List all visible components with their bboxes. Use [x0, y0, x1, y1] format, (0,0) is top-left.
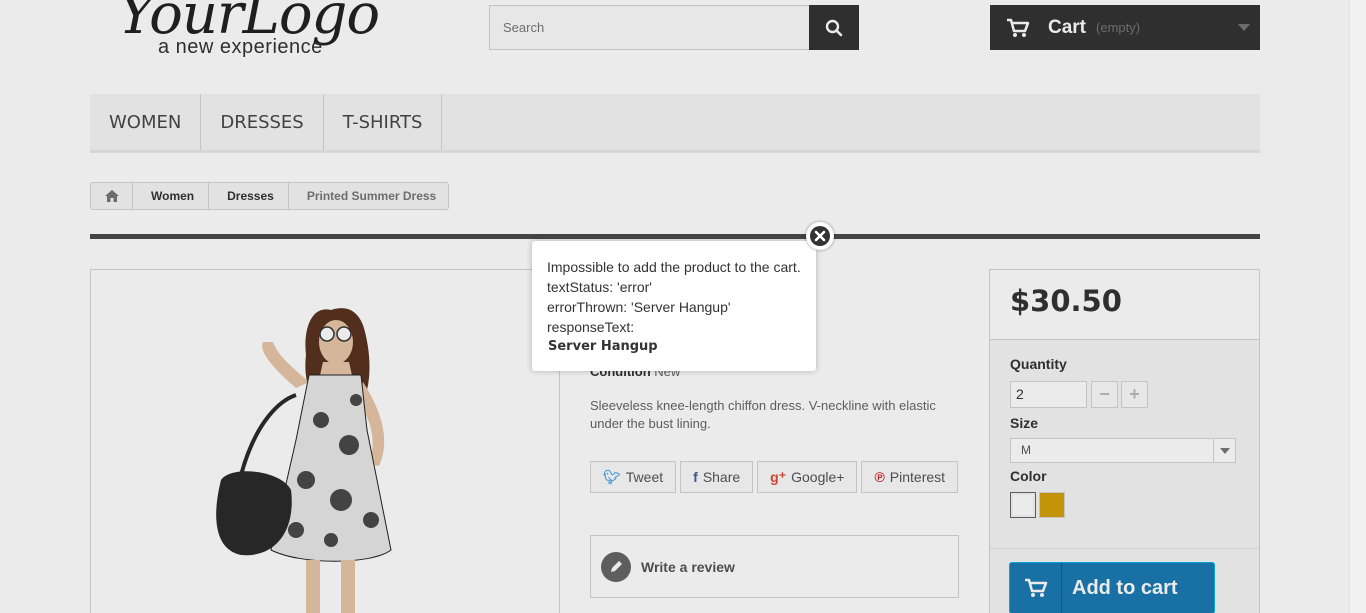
- error-popup: Impossible to add the product to the car…: [532, 241, 816, 371]
- error-response-text: Server Hangup: [548, 339, 658, 354]
- error-message: Impossible to add the product to the car…: [547, 259, 801, 275]
- page-scrollbar[interactable]: [1349, 0, 1366, 613]
- error-text-status: textStatus: 'error': [547, 279, 652, 295]
- error-thrown: errorThrown: 'Server Hangup': [547, 299, 731, 315]
- error-response-label: responseText:: [547, 319, 635, 335]
- close-icon: [810, 226, 830, 246]
- popup-close-button[interactable]: [806, 222, 834, 250]
